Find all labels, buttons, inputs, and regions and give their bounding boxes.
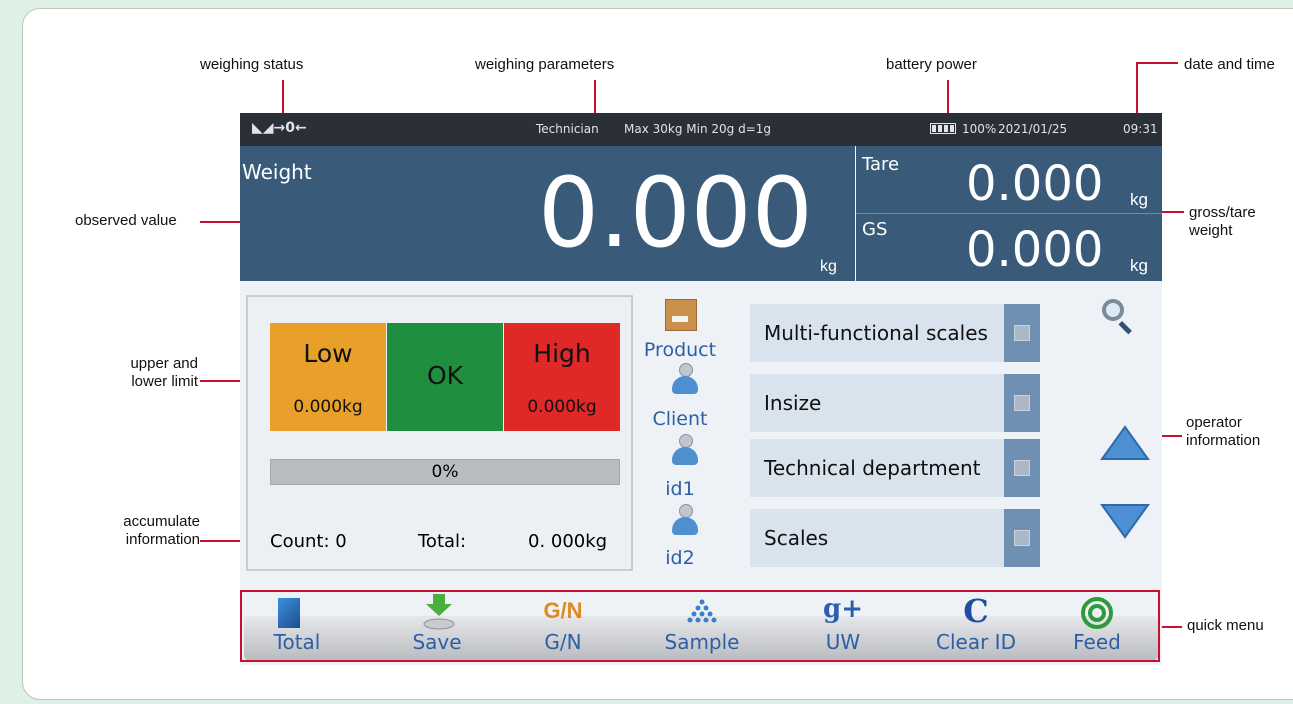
callout-gross-tare-weight: gross/tare weight (1189, 204, 1256, 240)
high-label: High (533, 339, 591, 368)
person-icon (672, 363, 698, 403)
gross-unit: kg (1130, 256, 1148, 275)
person-icon (672, 504, 698, 544)
tare-value: 0.000 (966, 156, 1104, 212)
weight-unit: kg (820, 258, 837, 275)
callout-line: information (1186, 432, 1261, 449)
progress-text: 0% (431, 462, 459, 482)
operator-value: Scales (764, 526, 829, 550)
clear-field-button[interactable] (1004, 304, 1040, 362)
time-text: 09:31 (1123, 122, 1158, 136)
leader-line (594, 80, 596, 116)
clear-icon (1014, 460, 1030, 476)
clear-icon (1014, 325, 1030, 341)
operator-value: Technical department (764, 456, 981, 480)
scale-screen: ◣◢→0← Technician Max 30kg Min 20g d=1g 1… (240, 113, 1162, 665)
total-label: Total: (418, 531, 467, 552)
tare-gross-panel: Tare 0.000 kg GS 0.000 kg (856, 146, 1162, 281)
clear-icon (1014, 530, 1030, 546)
status-bar: ◣◢→0← Technician Max 30kg Min 20g d=1g 1… (240, 113, 1162, 146)
scroll-down-button[interactable] (1100, 503, 1150, 539)
weight-value: 0.000 (538, 157, 813, 269)
operator-field-id2[interactable]: Scales (750, 509, 1040, 567)
product-box-icon (665, 299, 697, 331)
battery-icon (930, 123, 956, 134)
operator-label-id2: id2 (665, 547, 695, 569)
gross-label: GS (862, 219, 888, 240)
ok-label: OK (426, 361, 464, 390)
scroll-up-button[interactable] (1100, 425, 1150, 461)
callout-date-and-time: date and time (1184, 56, 1275, 73)
weight-panel: Weight 0.000 kg (240, 146, 855, 281)
callout-accumulate-information: accumulate information (104, 513, 200, 549)
callout-weighing-parameters: weighing parameters (475, 56, 615, 73)
leader-line (1136, 62, 1138, 116)
person-icon (672, 434, 698, 474)
gross-value: 0.000 (966, 222, 1104, 278)
high-value: 0.000kg (527, 397, 597, 417)
weight-label: Weight (242, 160, 312, 184)
operator-label-id1: id1 (665, 478, 695, 500)
callout-upper-lower-limit: upper and lower limit (116, 355, 198, 391)
tare-unit: kg (1130, 190, 1148, 209)
weighing-status-icons: ◣◢→0← (252, 120, 307, 136)
leader-line (1162, 626, 1182, 628)
date-text: 2021/01/25 (998, 122, 1068, 136)
leader-line (282, 80, 284, 116)
callout-line: upper and (130, 355, 198, 372)
operator-field-id1[interactable]: Technical department (750, 439, 1040, 497)
callout-line: lower limit (131, 373, 198, 390)
count-text: Count: 0 (270, 531, 347, 552)
operator-field-product[interactable]: Multi-functional scales (750, 304, 1040, 362)
progress-bar: 0% (270, 459, 620, 485)
clear-field-button[interactable] (1004, 509, 1040, 567)
panel-divider (856, 213, 1162, 214)
low-label: Low (303, 339, 353, 368)
operator-value: Insize (764, 391, 822, 415)
operator-label-product: Product (643, 339, 717, 361)
operator-value: Multi-functional scales (764, 321, 988, 345)
callout-quick-menu: quick menu (1187, 617, 1264, 634)
callout-weighing-status: weighing status (200, 56, 304, 73)
clear-icon (1014, 395, 1030, 411)
callout-observed-value: observed value (75, 212, 177, 229)
callout-line: gross/tare (1189, 204, 1256, 221)
battery-percent: 100% (962, 122, 997, 136)
low-value: 0.000kg (293, 397, 363, 417)
callout-line: accumulate (123, 513, 200, 530)
callout-battery-power: battery power (886, 56, 977, 73)
operator-label-client: Client (652, 408, 708, 430)
callout-line: weight (1189, 222, 1233, 239)
weighing-parameters: Max 30kg Min 20g d=1g (624, 122, 772, 136)
search-icon[interactable] (1102, 299, 1132, 335)
high-limit-box[interactable]: High 0.000kg (504, 323, 620, 431)
callout-operator-information: operator information (1186, 414, 1260, 450)
clear-field-button[interactable] (1004, 374, 1040, 432)
low-limit-box[interactable]: Low 0.000kg (270, 323, 386, 431)
ok-box: OK (387, 323, 503, 431)
callout-line: information (125, 531, 200, 548)
callout-line: operator (1186, 414, 1242, 431)
clear-field-button[interactable] (1004, 439, 1040, 497)
operator-field-client[interactable]: Insize (750, 374, 1040, 432)
leader-line (947, 80, 949, 116)
leader-line (1136, 62, 1178, 64)
user-role: Technician (536, 122, 599, 136)
limit-panel: Low 0.000kg OK High 0.000kg 0% Count: 0 … (246, 295, 633, 571)
quick-menu-highlight (240, 590, 1160, 662)
total-value: 0. 000kg (528, 531, 608, 552)
tare-label: Tare (862, 154, 900, 175)
